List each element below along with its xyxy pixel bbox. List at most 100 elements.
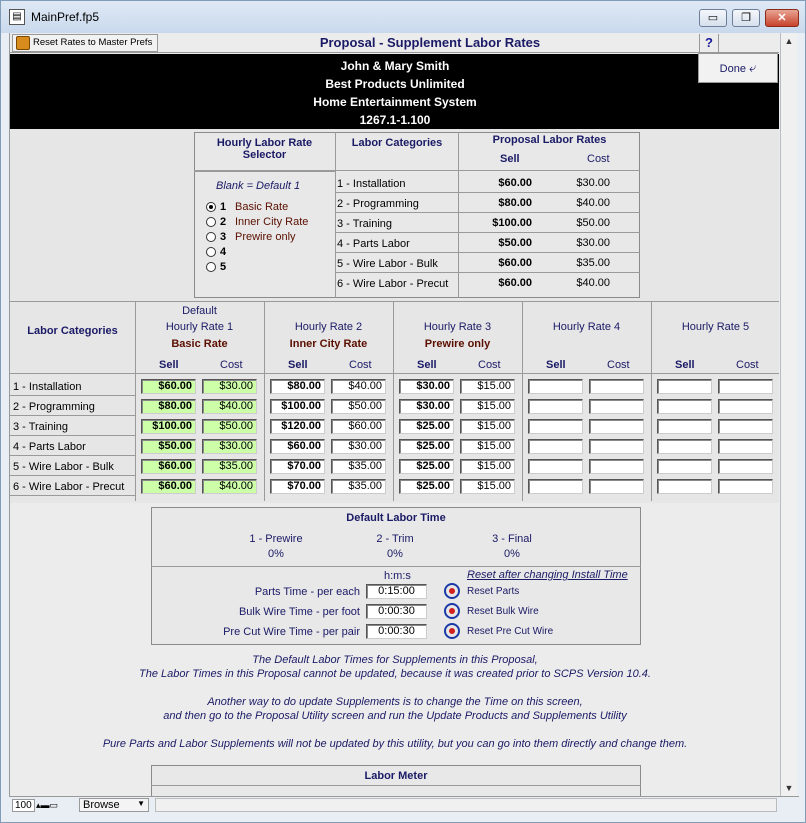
rate-cost-field[interactable]: $15.00	[460, 419, 515, 434]
close-button[interactable]: ✕	[765, 9, 799, 27]
rate-radio-2[interactable]	[206, 217, 216, 227]
row-divider	[10, 495, 135, 496]
rate-sell-field[interactable]	[528, 399, 583, 414]
rate-cost-field[interactable]	[718, 419, 773, 434]
rate-cost-field[interactable]: $35.00	[331, 479, 386, 494]
rate-cost-field[interactable]: $15.00	[460, 439, 515, 454]
rate-radio-3[interactable]	[206, 232, 216, 242]
labor-meter-title: Labor Meter	[364, 770, 428, 782]
rate-sell-field[interactable]: $60.00	[141, 479, 196, 494]
zoom-icons[interactable]: ▴▬▭	[36, 800, 58, 811]
restore-button[interactable]: ❐	[732, 9, 760, 27]
scroll-down-icon[interactable]: ▼	[781, 780, 797, 796]
time-field[interactable]: 0:00:30	[366, 624, 427, 639]
scroll-up-icon[interactable]: ▲	[781, 33, 797, 49]
phase-label: 3 - Final	[492, 533, 532, 545]
rate-sell-field[interactable]: $100.00	[141, 419, 196, 434]
rate-cost-field[interactable]: $40.00	[331, 379, 386, 394]
rate-sell-field[interactable]	[657, 459, 712, 474]
rate-cost-field[interactable]: $40.00	[202, 479, 257, 494]
rate-option-num: 2	[220, 216, 227, 228]
rate-sell-field[interactable]: $60.00	[141, 459, 196, 474]
rate-cost-field[interactable]	[589, 399, 644, 414]
done-button[interactable]: Done ⤶	[698, 53, 778, 83]
rate-cost-field[interactable]: $35.00	[331, 459, 386, 474]
rate-cost-header: Cost	[478, 359, 501, 371]
refresh-icon[interactable]	[444, 603, 460, 619]
time-field[interactable]: 0:00:30	[366, 604, 427, 619]
rate-cost-field[interactable]: $15.00	[460, 379, 515, 394]
rate-sell-field[interactable]: $30.00	[399, 379, 454, 394]
refresh-icon[interactable]	[444, 623, 460, 639]
rate-sell-field[interactable]	[528, 439, 583, 454]
rate-cost-field[interactable]	[718, 459, 773, 474]
rate-cost-field[interactable]	[589, 459, 644, 474]
rate-cost-field[interactable]	[718, 479, 773, 494]
rate-cost-field[interactable]	[718, 439, 773, 454]
rate-cost-field[interactable]: $50.00	[331, 399, 386, 414]
reset-link[interactable]: Reset Parts	[467, 586, 519, 597]
rate-cost-field[interactable]: $30.00	[331, 439, 386, 454]
reset-rates-button[interactable]: Reset Rates to Master Prefs	[12, 34, 158, 52]
rate-cost-field[interactable]: $30.00	[202, 439, 257, 454]
rate-cost-field[interactable]	[589, 419, 644, 434]
rate-sell-field[interactable]: $80.00	[141, 399, 196, 414]
mode-select[interactable]: Browse ▼	[79, 798, 149, 812]
reset-link[interactable]: Reset Bulk Wire	[467, 606, 539, 617]
row-divider	[336, 272, 640, 273]
rate-sell-header: Sell	[546, 359, 566, 371]
time-field[interactable]: 0:15:00	[366, 584, 427, 599]
rate-option-num: 3	[220, 231, 227, 243]
selector-sell: $80.00	[498, 197, 532, 209]
rate-sell-field[interactable]	[657, 399, 712, 414]
rate-sell-field[interactable]: $70.00	[270, 479, 325, 494]
vertical-scrollbar[interactable]: ▲ ▼	[780, 33, 797, 796]
rate-sell-field[interactable]: $25.00	[399, 459, 454, 474]
rate-cost-field[interactable]: $35.00	[202, 459, 257, 474]
customer-name: John & Mary Smith	[340, 59, 450, 73]
rate-cost-field[interactable]: $15.00	[460, 399, 515, 414]
rates-cat-header: Labor Categories	[27, 325, 118, 337]
rate-sell-field[interactable]	[657, 419, 712, 434]
rate-cost-field[interactable]	[589, 439, 644, 454]
rate-sell-field[interactable]: $25.00	[399, 439, 454, 454]
rate-cost-field[interactable]: $15.00	[460, 479, 515, 494]
window-title: MainPref.fp5	[31, 10, 100, 24]
rate-sell-field[interactable]	[657, 439, 712, 454]
reset-link[interactable]: Reset Pre Cut Wire	[467, 626, 553, 637]
rate-cost-field[interactable]	[718, 379, 773, 394]
zoom-level[interactable]: 100	[12, 799, 35, 812]
rate-sell-field[interactable]: $50.00	[141, 439, 196, 454]
rate-sell-field[interactable]: $100.00	[270, 399, 325, 414]
rate-sell-field[interactable]	[528, 419, 583, 434]
rate-sell-field[interactable]: $25.00	[399, 419, 454, 434]
rates-category: 3 - Training	[13, 421, 69, 433]
rate-sell-field[interactable]	[657, 479, 712, 494]
rate-cost-field[interactable]: $40.00	[202, 399, 257, 414]
refresh-icon[interactable]	[444, 583, 460, 599]
horizontal-scrollbar[interactable]	[155, 798, 777, 812]
rate-cost-field[interactable]	[589, 479, 644, 494]
rate-cost-field[interactable]: $60.00	[331, 419, 386, 434]
rate-sell-field[interactable]	[528, 459, 583, 474]
rate-sell-field[interactable]	[657, 379, 712, 394]
rate-cost-field[interactable]: $15.00	[460, 459, 515, 474]
minimize-button[interactable]: ▭	[699, 9, 727, 27]
rate-sell-field[interactable]	[528, 479, 583, 494]
rate-sell-field[interactable]: $60.00	[270, 439, 325, 454]
rate-radio-4[interactable]	[206, 247, 216, 257]
rate-sell-field[interactable]: $30.00	[399, 399, 454, 414]
rate-radio-1[interactable]	[206, 202, 216, 212]
rate-cost-field[interactable]	[589, 379, 644, 394]
rate-sell-field[interactable]	[528, 379, 583, 394]
rate-sell-field[interactable]: $25.00	[399, 479, 454, 494]
rate-sell-field[interactable]: $70.00	[270, 459, 325, 474]
rate-sell-field[interactable]: $60.00	[141, 379, 196, 394]
rate-sell-field[interactable]: $120.00	[270, 419, 325, 434]
rate-cost-field[interactable]	[718, 399, 773, 414]
rate-sell-field[interactable]: $80.00	[270, 379, 325, 394]
rate-cost-field[interactable]: $30.00	[202, 379, 257, 394]
rate-radio-5[interactable]	[206, 262, 216, 272]
help-button[interactable]: ?	[699, 34, 719, 52]
rate-cost-field[interactable]: $50.00	[202, 419, 257, 434]
